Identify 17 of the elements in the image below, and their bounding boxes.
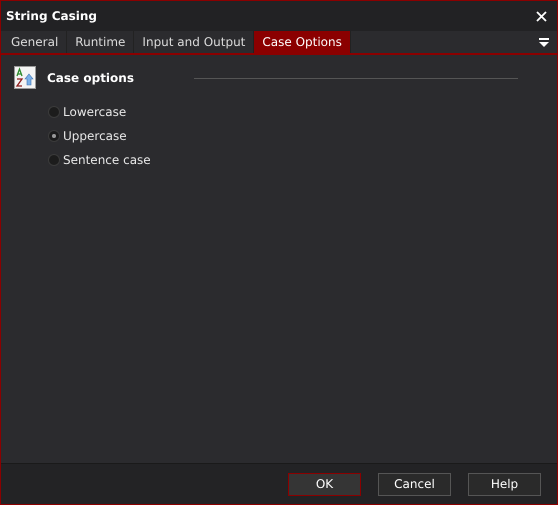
radio-option[interactable]: Uppercase — [48, 127, 127, 145]
radio-option[interactable]: Sentence case — [48, 151, 151, 169]
close-icon[interactable] — [536, 10, 547, 22]
window-title: String Casing — [6, 8, 98, 25]
radio-button[interactable] — [48, 130, 60, 142]
tab[interactable]: General — [3, 31, 68, 53]
section-title: Case options — [47, 70, 134, 86]
radio-button[interactable] — [48, 106, 60, 118]
dialog-button[interactable]: OK — [288, 472, 361, 496]
radio-button[interactable] — [48, 154, 60, 166]
dialog-button[interactable]: Cancel — [378, 472, 451, 496]
tab[interactable]: Runtime — [67, 31, 134, 53]
tab[interactable]: Case Options — [254, 31, 351, 53]
sort-az-icon — [14, 66, 36, 89]
dialog-button[interactable]: Help — [468, 472, 541, 496]
dropdown-menu-icon[interactable] — [539, 38, 549, 46]
radio-option[interactable]: Lowercase — [48, 103, 126, 121]
